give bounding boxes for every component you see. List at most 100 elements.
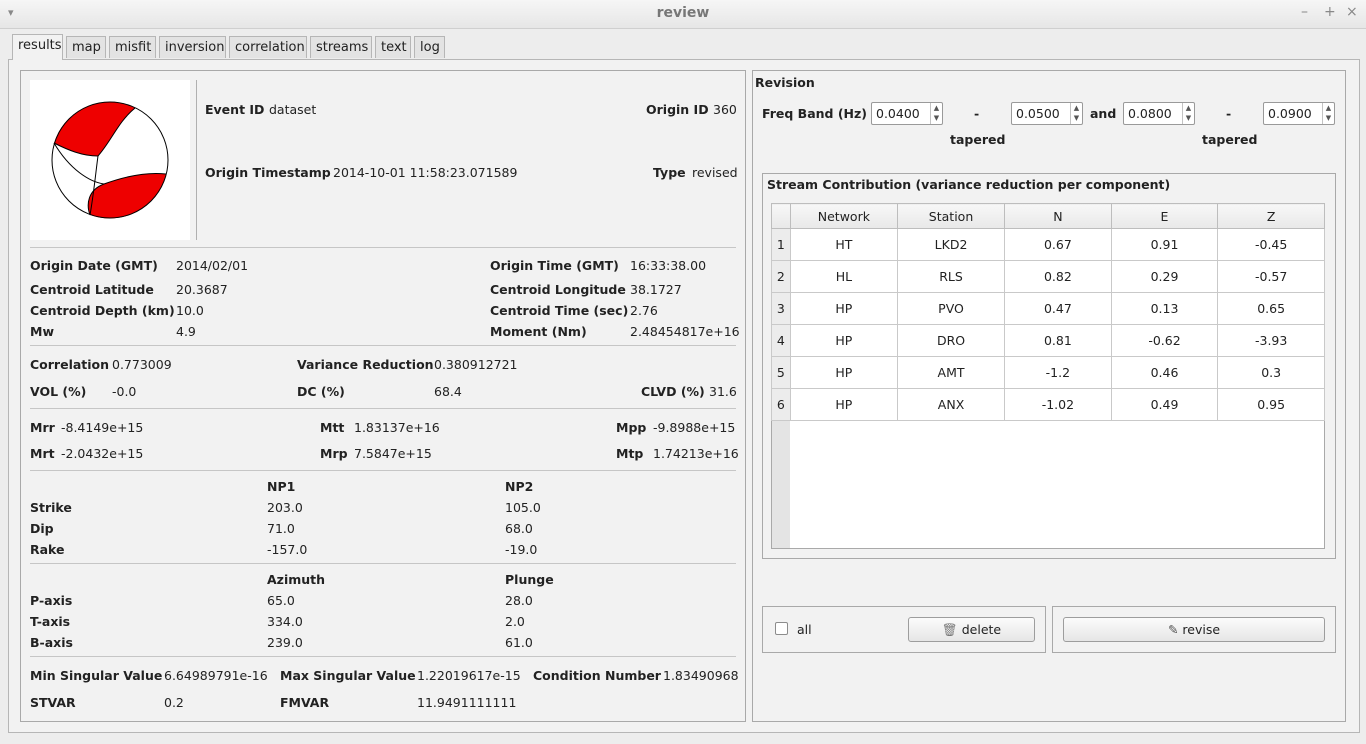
revise-button[interactable]: ✎ revise	[1063, 617, 1325, 642]
origin-time-label: Origin Time (GMT)	[490, 258, 619, 273]
vol-value: -0.0	[112, 384, 137, 399]
row-number[interactable]: 2	[771, 260, 791, 293]
streams-table-frame: Network Station N E Z 1 HT LKD2 0.67 0.91 -0.…	[771, 203, 1325, 549]
plunge-header: Plunge	[505, 572, 554, 587]
row-number[interactable]: 4	[771, 324, 791, 357]
p-axis-azimuth: 65.0	[267, 593, 295, 608]
freq-low-2-input[interactable]: 0.0800 ▲ ▼	[1123, 102, 1195, 125]
freq-low-1-input[interactable]: 0.0400 ▲ ▼	[871, 102, 943, 125]
all-checkbox[interactable]	[775, 622, 788, 635]
tab-misfit[interactable]: misfit	[109, 36, 156, 58]
separator	[30, 470, 736, 471]
p-axis-plunge: 28.0	[505, 593, 533, 608]
col-n[interactable]: N	[1004, 203, 1112, 229]
freq-low-2-value: 0.0800	[1128, 106, 1172, 121]
origin-date-value: 2014/02/01	[176, 258, 249, 273]
cell-e[interactable]: -0.62	[1110, 324, 1219, 357]
cell-n[interactable]: -1.02	[1004, 388, 1112, 421]
cell-n[interactable]: 0.47	[1004, 292, 1112, 325]
delete-button[interactable]: 🗑 delete	[908, 617, 1035, 642]
close-icon[interactable]: ×	[1346, 4, 1358, 20]
cell-station[interactable]: LKD2	[897, 228, 1006, 261]
cell-network[interactable]: HT	[789, 228, 899, 261]
event-id-value: dataset	[269, 102, 317, 117]
row-number[interactable]: 1	[771, 228, 791, 261]
freq-high-1-input[interactable]: 0.0500 ▲ ▼	[1011, 102, 1083, 125]
cell-network[interactable]: HL	[789, 260, 899, 293]
cell-network[interactable]: HP	[789, 324, 899, 357]
cell-n[interactable]: 0.67	[1004, 228, 1112, 261]
col-z[interactable]: Z	[1217, 203, 1325, 229]
condition-number-label: Condition Number	[533, 668, 661, 683]
min-singular-value: 6.64989791e-16	[164, 668, 268, 683]
col-station[interactable]: Station	[897, 203, 1006, 229]
cell-e[interactable]: 0.29	[1110, 260, 1219, 293]
stream-contribution-title: Stream Contribution (variance reduction …	[767, 177, 1171, 192]
max-singular-label: Max Singular Value	[280, 668, 416, 683]
table-row[interactable]: 3 HP PVO 0.47 0.13 0.65	[771, 292, 1325, 325]
cell-network[interactable]: HP	[789, 356, 899, 389]
tab-results[interactable]: results	[12, 34, 63, 60]
spin-arrows-icon[interactable]: ▲ ▼	[1322, 103, 1334, 124]
spin-arrows-icon[interactable]: ▲ ▼	[1070, 103, 1082, 124]
cell-network[interactable]: HP	[789, 388, 899, 421]
table-row[interactable]: 5 HP AMT -1.2 0.46 0.3	[771, 356, 1325, 389]
cell-z[interactable]: 0.95	[1217, 388, 1325, 421]
tab-map[interactable]: map	[66, 36, 106, 58]
mrr-value: -8.4149e+15	[61, 420, 144, 435]
mrp-label: Mrp	[320, 446, 348, 461]
streams-table: Network Station N E Z 1 HT LKD2 0.67 0.91 -0.…	[771, 203, 1325, 421]
cell-z[interactable]: 0.65	[1217, 292, 1325, 325]
cell-e[interactable]: 0.91	[1110, 228, 1219, 261]
minimize-icon[interactable]: –	[1301, 4, 1308, 20]
tab-streams[interactable]: streams	[310, 36, 372, 58]
tab-log[interactable]: log	[414, 36, 445, 58]
spin-arrows-icon[interactable]: ▲ ▼	[1182, 103, 1194, 124]
row-number[interactable]: 3	[771, 292, 791, 325]
cell-station[interactable]: AMT	[897, 356, 1006, 389]
cell-n[interactable]: 0.82	[1004, 260, 1112, 293]
centroid-depth-label: Centroid Depth (km)	[30, 303, 175, 318]
all-label: all	[797, 622, 812, 637]
maximize-icon[interactable]: +	[1324, 4, 1336, 20]
row-number[interactable]: 6	[771, 388, 791, 421]
table-row[interactable]: 4 HP DRO 0.81 -0.62 -3.93	[771, 324, 1325, 357]
cell-e[interactable]: 0.13	[1110, 292, 1219, 325]
mrt-label: Mrt	[30, 446, 55, 461]
row-number[interactable]: 5	[771, 356, 791, 389]
cell-z[interactable]: 0.3	[1217, 356, 1325, 389]
cell-z[interactable]: -3.93	[1217, 324, 1325, 357]
cell-station[interactable]: ANX	[897, 388, 1006, 421]
freq-high-2-input[interactable]: 0.0900 ▲ ▼	[1263, 102, 1335, 125]
centroid-depth-value: 10.0	[176, 303, 204, 318]
cell-z[interactable]: -0.45	[1217, 228, 1325, 261]
fmvar-label: FMVAR	[280, 695, 330, 710]
col-e[interactable]: E	[1110, 203, 1219, 229]
cell-z[interactable]: -0.57	[1217, 260, 1325, 293]
separator	[30, 345, 736, 346]
cell-station[interactable]: PVO	[897, 292, 1006, 325]
cell-station[interactable]: DRO	[897, 324, 1006, 357]
cell-network[interactable]: HP	[789, 292, 899, 325]
min-singular-label: Min Singular Value	[30, 668, 163, 683]
mtt-value: 1.83137e+16	[354, 420, 440, 435]
tab-text[interactable]: text	[375, 36, 411, 58]
table-row[interactable]: 6 HP ANX -1.02 0.49 0.95	[771, 388, 1325, 421]
col-network[interactable]: Network	[789, 203, 899, 229]
cell-e[interactable]: 0.46	[1110, 356, 1219, 389]
separator	[30, 408, 736, 409]
table-row[interactable]: 2 HL RLS 0.82 0.29 -0.57	[771, 260, 1325, 293]
cell-e[interactable]: 0.49	[1110, 388, 1219, 421]
tab-correlation[interactable]: correlation	[229, 36, 307, 58]
cell-n[interactable]: 0.81	[1004, 324, 1112, 357]
tab-inversion[interactable]: inversion	[159, 36, 226, 58]
spin-arrows-icon[interactable]: ▲ ▼	[930, 103, 942, 124]
table-row[interactable]: 1 HT LKD2 0.67 0.91 -0.45	[771, 228, 1325, 261]
mrt-value: -2.0432e+15	[61, 446, 144, 461]
np1-rake: -157.0	[267, 542, 308, 557]
np2-dip: 68.0	[505, 521, 533, 536]
cell-n[interactable]: -1.2	[1004, 356, 1112, 389]
beachball-plot	[30, 80, 190, 240]
correlation-label: Correlation	[30, 357, 110, 372]
cell-station[interactable]: RLS	[897, 260, 1006, 293]
